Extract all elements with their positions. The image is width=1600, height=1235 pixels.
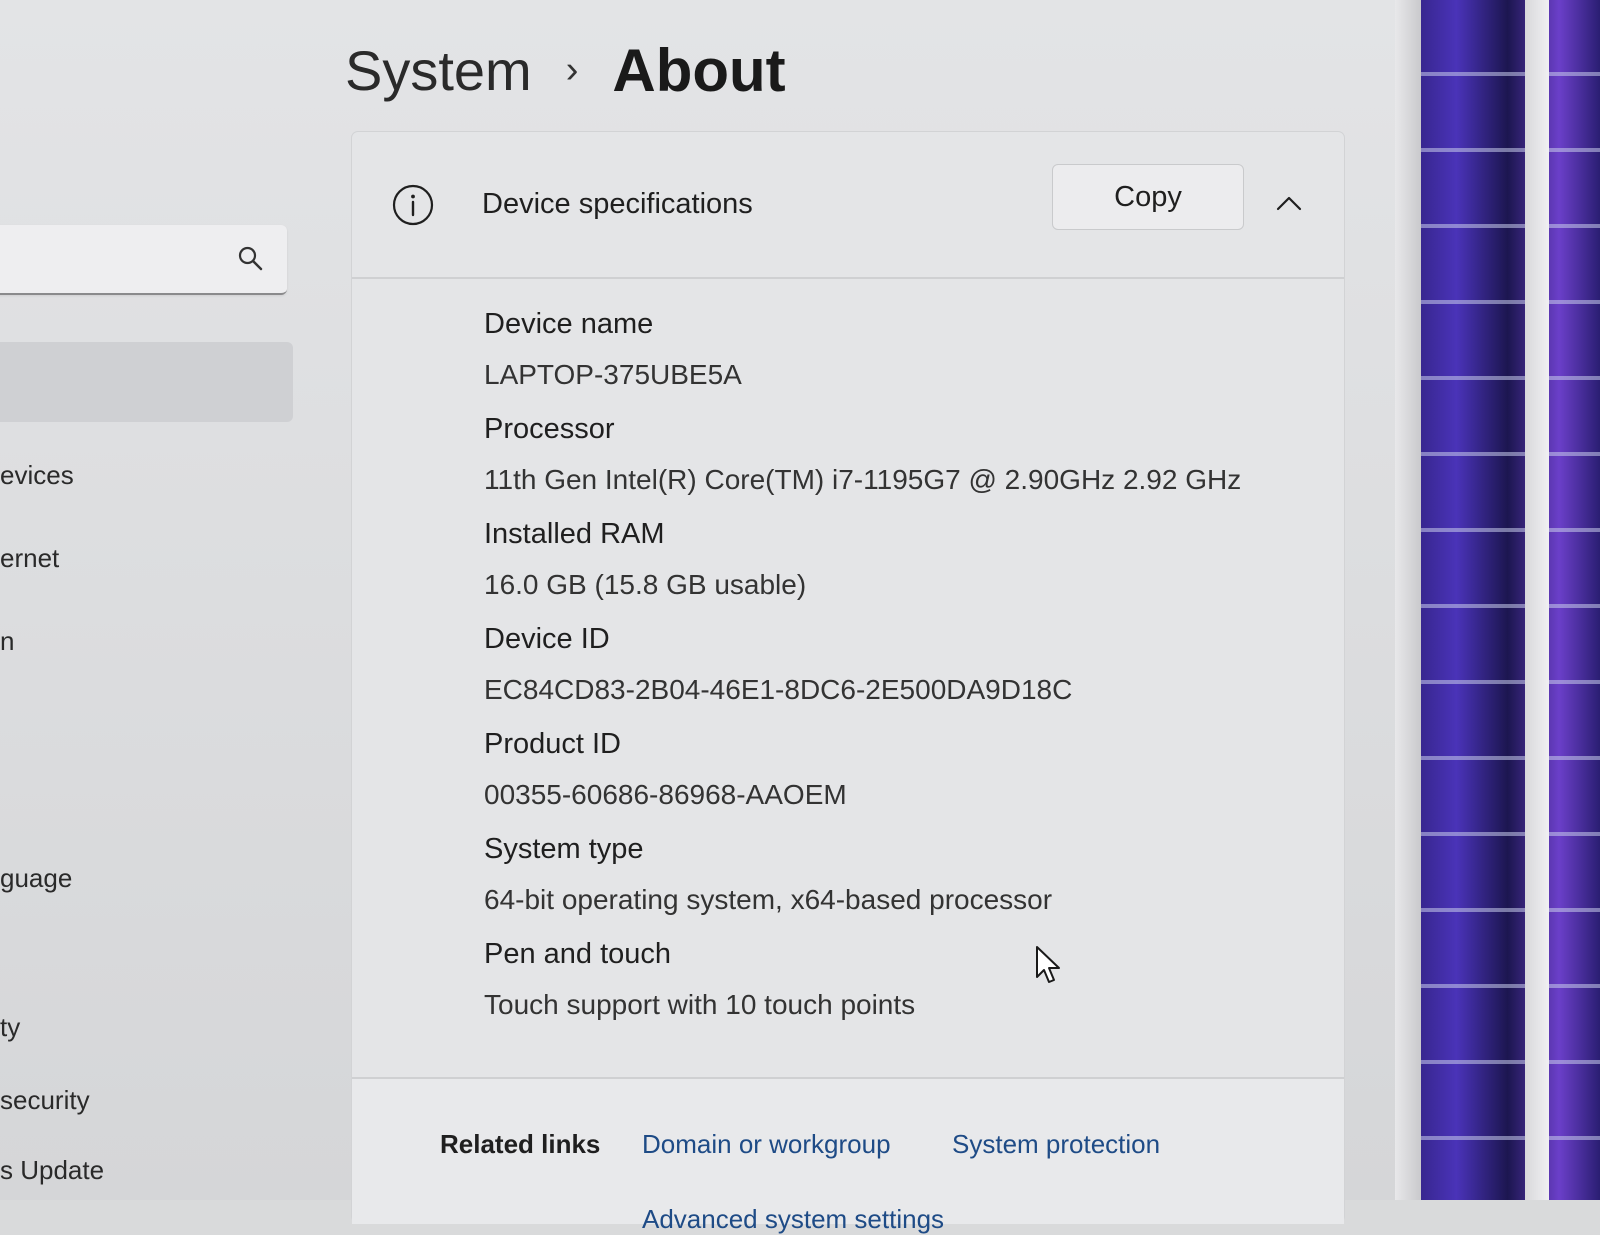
spec-label: Pen and touch	[484, 938, 672, 970]
sidebar-item-network-internet[interactable]: ernet	[0, 543, 59, 574]
device-specifications-card: Device specifications Copy Device name L…	[352, 132, 1344, 1234]
sidebar-item-system-selected[interactable]	[0, 342, 293, 422]
sidebar-item-time-language[interactable]: guage	[0, 863, 72, 894]
sidebar-item-accessibility[interactable]: ty	[0, 1012, 20, 1043]
desktop-wallpaper	[1395, 0, 1600, 1200]
device-specifications-title: Device specifications	[482, 188, 753, 220]
settings-window: System › About evices ernet n guage ty s…	[0, 0, 1395, 1234]
spec-label: System type	[484, 833, 644, 865]
spec-product-id: Product ID 00355-60686-86968-AAOEM	[484, 717, 1324, 822]
related-links-section: Related links Domain or workgroup System…	[352, 1077, 1344, 1234]
spec-processor: Processor 11th Gen Intel(R) Core(TM) i7-…	[484, 402, 1324, 507]
sidebar-item-bluetooth-devices[interactable]: evices	[0, 460, 74, 491]
spec-pen-and-touch: Pen and touch Touch support with 10 touc…	[484, 927, 1324, 1032]
wallpaper-light-panel	[1525, 0, 1549, 1200]
spec-device-name: Device name LAPTOP-375UBE5A	[484, 297, 1324, 402]
breadcrumb: System › About	[345, 30, 786, 110]
related-links-label: Related links	[440, 1129, 601, 1159]
system-protection-link[interactable]: System protection	[952, 1129, 1160, 1160]
spec-value: LAPTOP-375UBE5A	[484, 359, 742, 390]
chevron-up-icon[interactable]	[1274, 188, 1304, 218]
spec-device-id: Device ID EC84CD83-2B04-46E1-8DC6-2E500D…	[484, 612, 1324, 717]
spec-value: EC84CD83-2B04-46E1-8DC6-2E500DA9D18C	[484, 674, 1073, 705]
spec-label: Device name	[484, 308, 654, 340]
spec-label: Installed RAM	[484, 518, 665, 550]
mouse-pointer-icon	[1036, 946, 1060, 983]
copy-button[interactable]: Copy	[1052, 164, 1244, 230]
spec-value: Touch support with 10 touch points	[484, 989, 916, 1020]
spec-value: 00355-60686-86968-AAOEM	[484, 779, 847, 810]
breadcrumb-separator-chevron-icon: ›	[565, 48, 579, 91]
domain-or-workgroup-link[interactable]: Domain or workgroup	[642, 1129, 891, 1160]
settings-search-input[interactable]	[0, 225, 287, 295]
spec-installed-ram: Installed RAM 16.0 GB (15.8 GB usable)	[484, 507, 1324, 612]
breadcrumb-system[interactable]: System	[345, 38, 532, 103]
advanced-system-settings-link[interactable]: Advanced system settings	[642, 1204, 944, 1235]
spec-value: 11th Gen Intel(R) Core(TM) i7-1195G7 @ 2…	[484, 464, 1242, 495]
device-specifications-header[interactable]: Device specifications Copy	[352, 132, 1344, 279]
spec-value: 16.0 GB (15.8 GB usable)	[484, 569, 807, 600]
spec-label: Processor	[484, 413, 615, 445]
spec-list: Device name LAPTOP-375UBE5A Processor 11…	[484, 297, 1324, 1032]
sidebar-item-privacy-security[interactable]: security	[0, 1085, 90, 1116]
spec-value: 64-bit operating system, x64-based proce…	[484, 884, 1053, 915]
search-icon[interactable]	[237, 245, 263, 271]
window-edge	[1395, 0, 1421, 1200]
spec-label: Product ID	[484, 728, 621, 760]
info-icon	[392, 184, 434, 226]
spec-label: Device ID	[484, 623, 610, 655]
page-title: About	[612, 36, 786, 104]
spec-system-type: System type 64-bit operating system, x64…	[484, 822, 1324, 927]
sidebar-item-windows-update[interactable]: s Update	[0, 1155, 104, 1186]
sidebar-item-personalization[interactable]: n	[0, 626, 14, 657]
